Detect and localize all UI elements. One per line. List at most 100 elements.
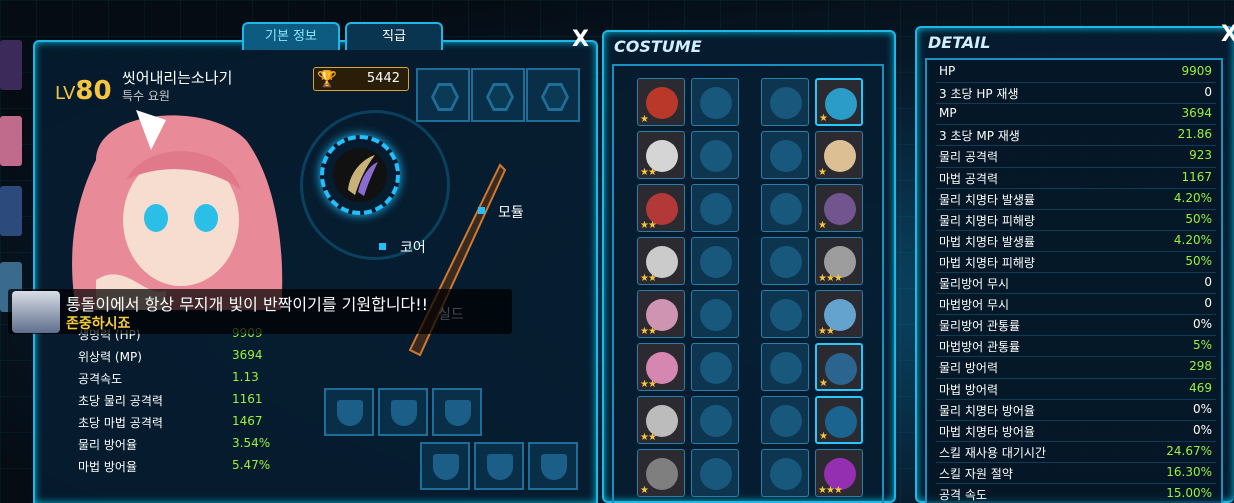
costume-slot[interactable]: ★ bbox=[815, 78, 863, 126]
detail-value: 9909 bbox=[1181, 64, 1212, 78]
star-rating: ★ bbox=[818, 167, 827, 178]
costume-item-icon bbox=[770, 246, 802, 278]
costume-slot[interactable]: ★★ bbox=[637, 343, 685, 391]
equip-slot-2[interactable] bbox=[471, 68, 525, 122]
costume-slot[interactable] bbox=[761, 396, 809, 444]
costume-slot[interactable]: ★★★ bbox=[815, 449, 863, 497]
detail-value: 50% bbox=[1185, 253, 1212, 268]
detail-value: 298 bbox=[1189, 359, 1212, 374]
equip-slot-1[interactable] bbox=[416, 68, 470, 122]
detail-label: HP bbox=[939, 64, 956, 78]
costume-title: COSTUME bbox=[614, 37, 702, 56]
tab-basic-info[interactable]: 기본 정보 bbox=[242, 22, 340, 50]
star-rating: ★★★ bbox=[818, 273, 843, 284]
costume-slot[interactable]: ★★ bbox=[637, 290, 685, 338]
costume-slot[interactable] bbox=[761, 237, 809, 285]
stat-row: 공격속도 1.13 bbox=[60, 366, 300, 388]
detail-row: 스킬 자원 절약 16.30% bbox=[936, 463, 1216, 484]
detail-label: 3 초당 MP 재생 bbox=[939, 129, 1020, 144]
costume-item-icon bbox=[825, 88, 857, 120]
shield-slot-1[interactable] bbox=[324, 388, 374, 436]
costume-slot[interactable] bbox=[691, 290, 739, 338]
costume-slot[interactable] bbox=[691, 184, 739, 232]
costume-slot[interactable]: ★★ bbox=[637, 184, 685, 232]
gold-counter: 🏆 5442 bbox=[313, 67, 409, 91]
detail-value: 5% bbox=[1192, 338, 1212, 353]
costume-item-icon bbox=[824, 140, 856, 172]
costume-slot[interactable] bbox=[761, 290, 809, 338]
shield-slot-4[interactable] bbox=[420, 442, 470, 490]
detail-label: 마법 공격력 bbox=[939, 171, 999, 186]
costume-slot[interactable] bbox=[691, 343, 739, 391]
costume-slot[interactable] bbox=[761, 343, 809, 391]
costume-slot[interactable] bbox=[691, 396, 739, 444]
detail-value: 3694 bbox=[1181, 106, 1212, 121]
costume-slot[interactable]: ★ bbox=[815, 131, 863, 179]
character-name: 씻어내리는소나기 bbox=[122, 69, 233, 87]
shield-slot-5[interactable] bbox=[474, 442, 524, 490]
costume-item-icon bbox=[770, 458, 802, 490]
equip-slot-3[interactable] bbox=[526, 68, 580, 122]
costume-slot[interactable] bbox=[761, 184, 809, 232]
costume-item-icon bbox=[770, 405, 802, 437]
stat-value: 1467 bbox=[232, 414, 263, 428]
stat-row: 물리 방어율 3.54% bbox=[60, 432, 300, 454]
costume-item-icon bbox=[646, 458, 678, 490]
shield-slot-2[interactable] bbox=[378, 388, 428, 436]
module-marker bbox=[478, 207, 485, 214]
detail-label: 마법 치명타 피해량 bbox=[939, 255, 1035, 270]
detail-label: 공격 속도 bbox=[939, 488, 987, 502]
star-rating: ★★ bbox=[640, 273, 657, 284]
costume-item-icon bbox=[700, 299, 732, 331]
detail-label: 3 초당 HP 재생 bbox=[939, 87, 1019, 102]
claw-weapon-icon bbox=[348, 155, 378, 196]
costume-slot[interactable]: ★ bbox=[637, 78, 685, 126]
detail-row: 마법 공격력 1167 bbox=[936, 168, 1216, 189]
costume-slot[interactable]: ★ bbox=[637, 449, 685, 497]
costume-slot[interactable]: ★★ bbox=[637, 396, 685, 444]
detail-value: 0 bbox=[1204, 275, 1212, 289]
module-label: 모듈 bbox=[498, 205, 524, 221]
detail-row: 물리 치명타 피해량 50% bbox=[936, 210, 1216, 231]
close-icon[interactable]: X bbox=[1221, 24, 1234, 46]
detail-row: HP 9909 bbox=[936, 62, 1216, 83]
shield-icon bbox=[433, 454, 459, 480]
tab-rank[interactable]: 직급 bbox=[345, 22, 443, 50]
costume-slot[interactable] bbox=[761, 449, 809, 497]
costume-slot[interactable]: ★★ bbox=[637, 237, 685, 285]
costume-slot[interactable] bbox=[691, 237, 739, 285]
costume-slot[interactable]: ★ bbox=[815, 396, 863, 444]
costume-item-icon bbox=[700, 140, 732, 172]
star-rating: ★★ bbox=[640, 432, 657, 443]
core-label: 코어 bbox=[400, 240, 426, 256]
shield-slot-6[interactable] bbox=[528, 442, 578, 490]
costume-slot[interactable] bbox=[761, 78, 809, 126]
costume-item-icon bbox=[770, 87, 802, 119]
costume-slot[interactable]: ★ bbox=[815, 184, 863, 232]
detail-value: 4.20% bbox=[1173, 190, 1212, 205]
costume-slot[interactable] bbox=[691, 131, 739, 179]
star-rating: ★ bbox=[818, 220, 827, 231]
detail-row: 물리방어 관통률 0% bbox=[936, 315, 1216, 336]
detail-label: 물리방어 무시 bbox=[939, 277, 1010, 291]
costume-item-icon bbox=[824, 193, 856, 225]
stat-label: 마법 방어율 bbox=[78, 460, 138, 474]
costume-item-icon bbox=[700, 193, 732, 225]
costume-slot[interactable] bbox=[761, 131, 809, 179]
detail-label: 마법 방어력 bbox=[939, 382, 999, 397]
costume-item-icon bbox=[770, 140, 802, 172]
stat-value: 1161 bbox=[232, 392, 263, 406]
close-icon[interactable]: X bbox=[572, 29, 589, 51]
stat-value: 1.13 bbox=[232, 370, 259, 384]
costume-slot[interactable]: ★★ bbox=[815, 290, 863, 338]
shield-slot-3[interactable] bbox=[432, 388, 482, 436]
costume-slot[interactable] bbox=[691, 449, 739, 497]
costume-slot[interactable]: ★★★ bbox=[815, 237, 863, 285]
basic-stats-list: 생명력 (HP)9909 위상력 (MP)3694 공격속도1.13 초당 물리… bbox=[60, 322, 300, 476]
stat-row: 위상력 (MP) 3694 bbox=[60, 344, 300, 366]
chat-sender: 존중하시죠 bbox=[66, 316, 131, 332]
costume-slot[interactable] bbox=[691, 78, 739, 126]
stat-row: 초당 마법 공격력 1467 bbox=[60, 410, 300, 432]
costume-slot[interactable]: ★★ bbox=[637, 131, 685, 179]
costume-slot[interactable]: ★ bbox=[815, 343, 863, 391]
